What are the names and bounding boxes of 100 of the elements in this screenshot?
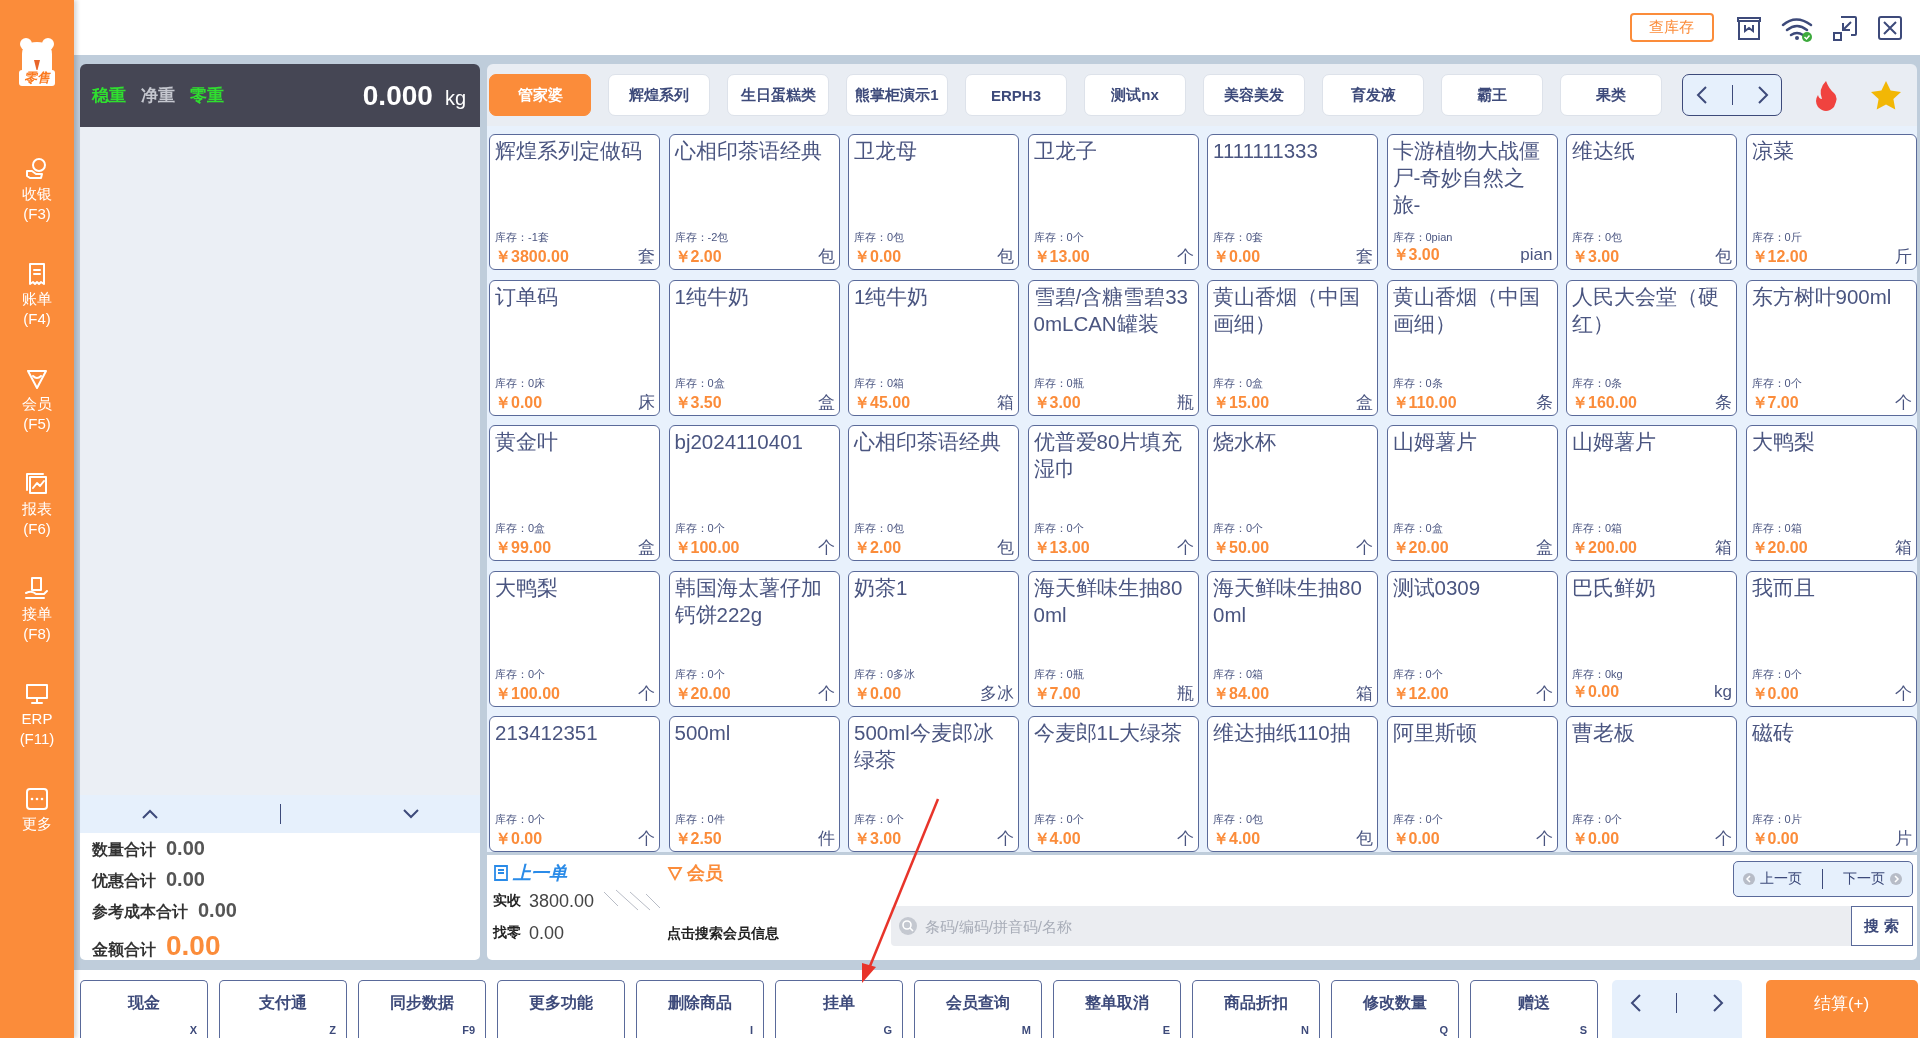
product-name: 人民大会堂（硬红） [1572,283,1720,337]
product-card[interactable]: 雪碧/含糖雪碧330mLCAN罐装 库存：0瓶 ￥3.00 瓶 [1027,279,1199,416]
close-icon[interactable] [1875,13,1904,42]
stock-label: 库存：-2包 [674,230,730,246]
product-card[interactable]: 卫龙母 库存：0包 ￥0.00 包 [848,134,1019,271]
action-button[interactable]: 赠送 S [1470,980,1598,1038]
product-price: ￥110.00 [1392,392,1457,413]
product-card[interactable]: 卡游植物大战僵尸-奇妙自然之旅- 库存：0pian ￥3.00 pian [1386,134,1558,271]
product-card[interactable]: 500ml 库存：0件 ￥2.50 件 [668,716,840,853]
chevron-left-icon[interactable] [1628,993,1643,1013]
search-field[interactable]: 条码/编码/拼音码/名称 [890,906,1851,947]
product-card[interactable]: 阿里斯顿 库存：0个 ￥0.00 个 [1386,716,1558,853]
category-tab[interactable]: 霸王 [1441,74,1543,117]
stock-label: 库存：0箱 [854,375,906,391]
stock-label: 库存：0个 [495,812,547,828]
product-card[interactable]: 1111111333 库存：0套 ￥0.00 套 [1207,134,1378,271]
product-name: 500ml今麦郎冰绿茶 [854,720,995,774]
product-card[interactable]: 维达抽纸110抽 库存：0包 ￥4.00 包 [1207,716,1378,853]
product-card[interactable]: 人民大会堂（硬红） 库存：0条 ￥160.00 条 [1566,279,1737,416]
product-price: ￥0.00 [854,683,902,704]
category-tab[interactable]: 生日蛋糕类 [727,74,829,117]
product-card[interactable]: 1纯牛奶 库存：0盒 ￥3.50 盒 [668,279,840,416]
category-tab[interactable]: 辉煌系列 [608,74,710,117]
minimize-window-icon[interactable] [1830,13,1859,42]
category-tab[interactable]: 熊掌柜演示1 [846,74,948,117]
product-card[interactable]: 213412351 库存：0个 ￥0.00 个 [489,716,660,853]
product-card[interactable]: 大鸭梨 库存：0个 ￥100.00 个 [489,570,660,707]
action-button[interactable]: 同步数据 F9 [358,980,486,1038]
total-label: 金额合计 [92,940,156,960]
action-button[interactable]: 整单取消 E [1053,980,1181,1038]
product-name: 辉煌系列定做码 [495,138,643,165]
chevron-right-icon[interactable] [1755,85,1770,106]
product-card[interactable]: 黄山香烟（中国画细） 库存：0条 ￥110.00 条 [1386,279,1558,416]
last-order-link[interactable]: 上一单 [493,861,667,886]
product-unit: 个 [1176,246,1194,269]
previous-page-button[interactable]: 上一页 [1743,870,1803,889]
next-page-button[interactable]: 下一页 [1842,870,1902,889]
action-button[interactable]: 更多功能 [497,980,625,1038]
category-tab[interactable]: 果类 [1560,74,1662,117]
product-price: ￥0.00 [1751,683,1799,704]
star-icon[interactable] [1870,80,1902,111]
product-card[interactable]: 奶茶1 库存：0多冰 ￥0.00 多冰 [848,570,1019,707]
product-card[interactable]: 山姆薯片 库存：0箱 ￥200.00 箱 [1566,425,1737,562]
action-button[interactable]: 删除商品 I [636,980,764,1038]
product-card[interactable]: 巴氏鲜奶 库存：0kg ￥0.00 kg [1566,570,1737,707]
product-name: 维达纸 [1572,138,1636,165]
product-card[interactable]: 心相印茶语经典 库存：-2包 ￥2.00 包 [668,134,840,271]
product-card[interactable]: 500ml今麦郎冰绿茶 库存：0个 ￥3.00 个 [848,716,1019,853]
total-value: 0.00 [166,868,205,891]
chevron-down-icon[interactable] [401,808,420,820]
product-card[interactable]: 优普爱80片填充湿巾 库存：0个 ￥13.00 个 [1027,425,1199,562]
product-card[interactable]: 心相印茶语经典 库存：0包 ￥2.00 包 [848,425,1019,562]
product-card[interactable]: 卫龙子 库存：0个 ￥13.00 个 [1027,134,1199,271]
product-price: ￥20.00 [1751,538,1808,559]
product-unit: 个 [1894,682,1912,705]
product-card[interactable]: bj2024110401 库存：0个 ￥100.00 个 [668,425,840,562]
category-tab[interactable]: ERPH3 [965,74,1067,117]
category-tab[interactable]: 测试nx [1084,74,1186,117]
total-label: 优惠合计 [92,871,156,891]
product-card[interactable]: 海天鲜味生抽800ml 库存：0箱 ￥84.00 箱 [1207,570,1378,707]
product-unit: 个 [1176,537,1194,560]
product-card[interactable]: 黄山香烟（中国画细） 库存：0盒 ￥15.00 盒 [1207,279,1378,416]
product-card[interactable]: 凉菜 库存：0斤 ￥12.00 斤 [1745,134,1917,271]
chevron-left-icon[interactable] [1694,85,1709,106]
action-button[interactable]: 挂单 G [775,980,903,1038]
stock-label: 库存：0个 [1572,812,1624,828]
product-card[interactable]: 海天鲜味生抽800ml 库存：0瓶 ￥7.00 瓶 [1027,570,1199,707]
action-button[interactable]: 会员查询 M [914,980,1042,1038]
product-unit: 个 [1715,828,1732,851]
product-card[interactable]: 磁砖 库存：0片 ￥0.00 片 [1745,716,1917,853]
product-price: ￥3.00 [1572,247,1620,268]
product-unit: 箱 [997,391,1014,414]
product-card[interactable]: 维达纸 库存：0包 ￥3.00 包 [1566,134,1737,271]
product-card[interactable]: 曹老板 库存：0个 ￥0.00 个 [1566,716,1737,853]
chevron-right-icon[interactable] [1711,993,1726,1013]
product-price: ￥100.00 [674,538,740,559]
product-card[interactable]: 辉煌系列定做码 库存：-1套 ￥3800.00 套 [489,134,660,271]
product-card[interactable]: 黄金叶 库存：0盒 ￥99.00 盒 [489,425,660,562]
product-card[interactable]: 订单码 库存：0床 ￥0.00 床 [489,279,660,416]
product-card[interactable]: 1纯牛奶 库存：0箱 ￥45.00 箱 [848,279,1019,416]
product-card[interactable]: 韩国海太薯仔加钙饼222g 库存：0个 ￥20.00 个 [668,570,840,707]
product-card[interactable]: 我而且 库存：0个 ￥0.00 个 [1745,570,1917,707]
product-card[interactable]: 山姆薯片 库存：0盒 ￥20.00 盒 [1386,425,1558,562]
category-tab[interactable]: 美容美发 [1203,74,1305,117]
product-card[interactable]: 测试0309 库存：0个 ￥12.00 个 [1386,570,1558,707]
chevron-up-icon[interactable] [140,808,159,820]
action-button[interactable]: 修改数量 Q [1331,980,1459,1038]
flame-icon[interactable] [1813,79,1839,112]
action-button[interactable]: 现金 X [80,980,208,1038]
product-card[interactable]: 今麦郎1L大绿茶 库存：0个 ￥4.00 个 [1027,716,1199,853]
product-name: 海天鲜味生抽800ml [1213,574,1363,628]
action-button[interactable]: 支付通 Z [219,980,347,1038]
product-card[interactable]: 烧水杯 库存：0个 ￥50.00 个 [1207,425,1378,562]
received-label: 实收 [493,892,521,911]
member-search-hint[interactable]: 点击搜索会员信息 [667,925,837,944]
action-button[interactable]: 商品折扣 N [1192,980,1320,1038]
product-card[interactable]: 东方树叶900ml 库存：0个 ￥7.00 个 [1745,279,1917,416]
search-button[interactable]: 搜 索 [1850,906,1913,947]
product-card[interactable]: 大鸭梨 库存：0箱 ￥20.00 箱 [1745,425,1917,562]
category-tab[interactable]: 育发液 [1322,74,1424,117]
